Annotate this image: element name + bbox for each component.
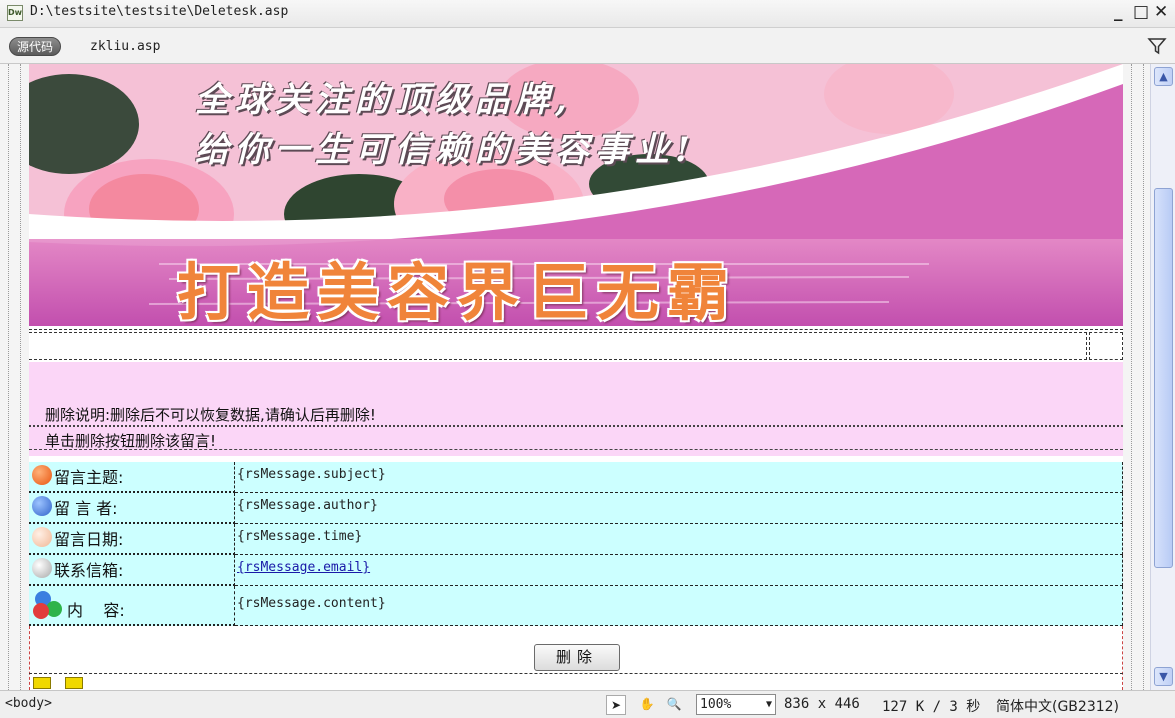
label-cell: 联系信箱:: [29, 555, 235, 586]
table-row: 联系信箱: {rsMessage.email}: [29, 555, 1123, 586]
value-cell: {rsMessage.content}: [235, 586, 1123, 626]
scroll-thumb[interactable]: [1154, 188, 1173, 568]
notice-panel: 删除说明:删除后不可以恢复数据,请确认后再删除! 单击删除按钮删除该留言!: [29, 362, 1123, 456]
value-cell: {rsMessage.author}: [235, 493, 1123, 524]
window-size[interactable]: 836 x 446: [784, 696, 860, 712]
table-row: 留言主题: {rsMessage.subject}: [29, 462, 1123, 493]
date-value: {rsMessage.time}: [237, 529, 363, 544]
minimize-button[interactable]: _: [1114, 2, 1123, 22]
divider: [29, 673, 1123, 674]
title-bar: Dw D:\testsite\testsite\Deletesk.asp _ □…: [0, 0, 1175, 28]
scroll-down-button[interactable]: ▼: [1154, 667, 1173, 686]
filter-icon[interactable]: [1147, 36, 1167, 56]
zoom-value: 100%: [700, 697, 732, 712]
label-cell: 内 容:: [29, 586, 235, 626]
hand-tool-icon[interactable]: ✋: [637, 695, 657, 715]
subject-label: 留言主题:: [54, 468, 124, 487]
colored-blocks-icon: [33, 591, 62, 619]
label-cell: 留言日期:: [29, 524, 235, 555]
page-canvas: 全球关注的顶级品牌, 给你一生可信赖的美容事业! 打造美容界巨无霸 删除说明:删…: [29, 64, 1123, 690]
email-link[interactable]: {rsMessage.email}: [237, 560, 370, 575]
banner-image: 全球关注的顶级品牌, 给你一生可信赖的美容事业! 打造美容界巨无霸: [29, 64, 1123, 326]
divider: [29, 449, 1123, 450]
asp-marker-icon[interactable]: [33, 677, 51, 689]
value-cell: {rsMessage.subject}: [235, 462, 1123, 493]
banner-slogan-line1: 全球关注的顶级品牌,: [195, 80, 573, 120]
silver-apple-icon: [32, 558, 52, 578]
download-size-time: 127 K / 3 秒: [882, 699, 981, 715]
window-title: D:\testsite\testsite\Deletesk.asp: [30, 4, 289, 19]
value-cell: {rsMessage.time}: [235, 524, 1123, 555]
author-label: 留 言 者:: [54, 499, 118, 518]
source-code-button[interactable]: 源代码: [9, 37, 62, 56]
label-cell: 留言主题:: [29, 462, 235, 493]
design-view[interactable]: 全球关注的顶级品牌, 给你一生可信赖的美容事业! 打造美容界巨无霸 删除说明:删…: [0, 64, 1150, 690]
document-toolbar: 源代码 zkliu.asp: [0, 28, 1175, 64]
table-row: 留 言 者: {rsMessage.author}: [29, 493, 1123, 524]
zoom-select[interactable]: 100% ▼: [696, 694, 776, 715]
asp-marker-icon[interactable]: [65, 677, 83, 689]
pointer-tool-icon[interactable]: ➤: [606, 695, 626, 715]
maximize-button[interactable]: □: [1133, 2, 1149, 22]
empty-cell: [1089, 332, 1123, 360]
table-row: 留言日期: {rsMessage.time}: [29, 524, 1123, 555]
close-button[interactable]: ✕: [1154, 2, 1168, 22]
grid-guide: [20, 64, 21, 690]
grid-guide: [8, 64, 9, 690]
orange-apple-icon: [32, 465, 52, 485]
email-label: 联系信箱:: [54, 561, 124, 580]
delete-button[interactable]: 删除: [534, 644, 620, 671]
vertical-scrollbar[interactable]: ▲ ▼: [1150, 64, 1175, 690]
empty-cell: [29, 332, 1087, 360]
chevron-down-icon: ▼: [765, 699, 772, 710]
label-cell: 留 言 者:: [29, 493, 235, 524]
content-value: {rsMessage.content}: [237, 596, 386, 611]
dreamweaver-icon: Dw: [7, 5, 23, 21]
peach-apple-icon: [32, 527, 52, 547]
dreamweaver-window: Dw D:\testsite\testsite\Deletesk.asp _ □…: [0, 0, 1175, 718]
date-label: 留言日期:: [54, 530, 124, 549]
blue-apple-icon: [32, 496, 52, 516]
divider: [29, 425, 1123, 427]
delete-instruction-text: 单击删除按钮删除该留言!: [45, 432, 217, 450]
table-border: [29, 329, 1123, 330]
content-label: 内 容:: [67, 601, 125, 620]
zoom-tool-icon[interactable]: 🔍: [664, 695, 684, 715]
grid-guide: [1131, 64, 1132, 690]
related-file-tab[interactable]: zkliu.asp: [90, 39, 160, 54]
banner-slogan-line2: 给你一生可信赖的美容事业!: [195, 130, 696, 170]
banner-headline: 打造美容界巨无霸: [177, 256, 738, 326]
status-bar: <body> ➤ ✋ 🔍 100% ▼ 836 x 446 127 K / 3 …: [0, 690, 1175, 718]
author-value: {rsMessage.author}: [237, 498, 378, 513]
scroll-up-button[interactable]: ▲: [1154, 67, 1173, 86]
grid-guide: [1143, 64, 1144, 690]
tag-selector[interactable]: <body>: [5, 696, 52, 711]
table-row: 内 容: {rsMessage.content}: [29, 586, 1123, 626]
delete-notice-text: 删除说明:删除后不可以恢复数据,请确认后再删除!: [45, 406, 376, 424]
value-cell: {rsMessage.email}: [235, 555, 1123, 586]
encoding-label: 简体中文(GB2312): [996, 699, 1120, 715]
subject-value: {rsMessage.subject}: [237, 467, 386, 482]
